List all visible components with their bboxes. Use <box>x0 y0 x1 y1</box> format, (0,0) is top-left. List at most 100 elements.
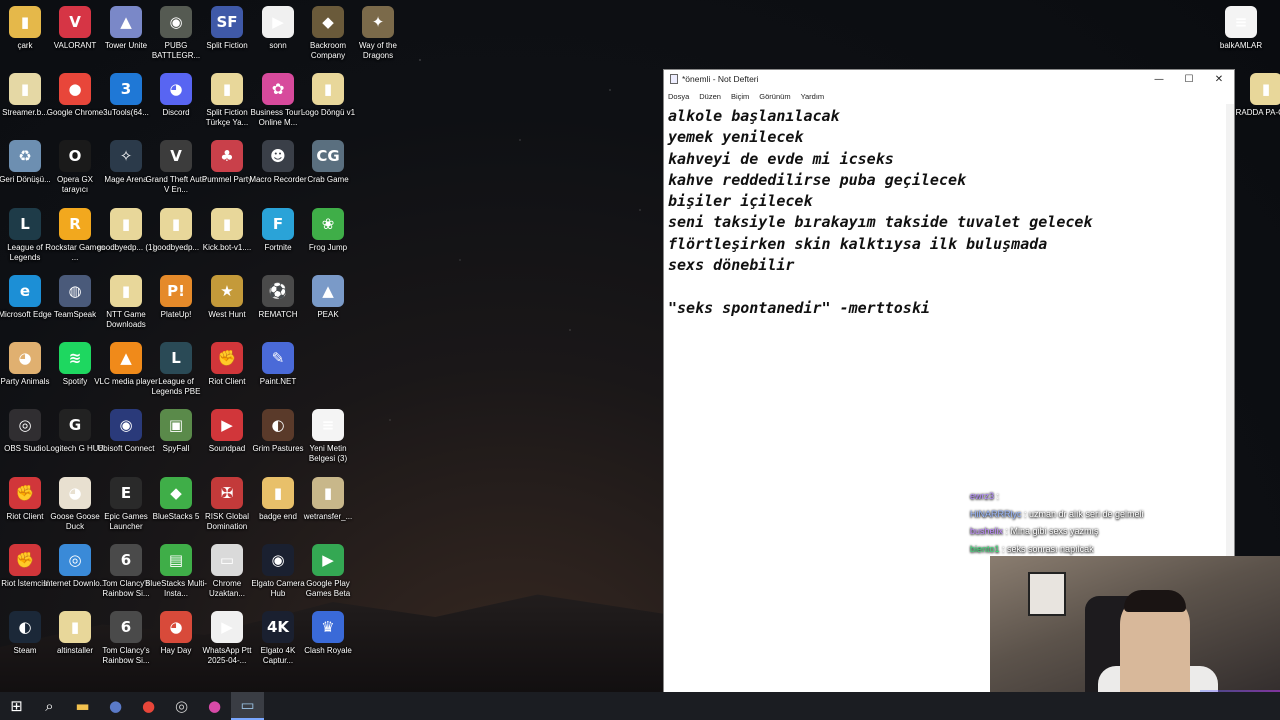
riot-istemcisi-icon: ✊ <box>9 544 41 576</box>
wetransfer-icon: ▮ <box>312 477 344 509</box>
rematch-icon: ⚽ <box>262 275 294 307</box>
altinstaller-icon: ▮ <box>59 611 91 643</box>
valorant-icon: V <box>59 6 91 38</box>
riot-client-2-icon: ✊ <box>9 477 41 509</box>
window-controls: — ☐ ✕ <box>1144 70 1234 88</box>
text-line: "seks spontanedir" -merttoski <box>668 298 930 317</box>
explorer-icon: ▬ <box>75 697 90 715</box>
taskbar-notepad-button[interactable]: ▭ <box>231 692 264 720</box>
pummel-icon: ♣ <box>211 140 243 172</box>
desktop-icon-google-play[interactable]: ▶ Google Play Games Beta <box>296 544 360 599</box>
desktop-icon-label: Yeni Metin Belgesi (3) <box>308 444 348 463</box>
rockstar-icon: R <box>59 208 91 240</box>
menu-item-yardım[interactable]: Yardım <box>801 92 825 101</box>
text-line: sexs dönebilir <box>668 256 795 275</box>
yeni-metin-icon: ≡ <box>312 409 344 441</box>
party-animals-icon: ◕ <box>9 342 41 374</box>
desktop-icon-crab-game[interactable]: CG Crab Game <box>296 140 360 185</box>
search-icon: ⌕ <box>45 697 54 715</box>
steam-icon: ◐ <box>9 611 41 643</box>
text-line: yemek yenilecek <box>668 128 804 147</box>
desktop-icon-clash-royale[interactable]: ♛ Clash Royale <box>296 611 360 656</box>
notepad-title: *önemli - Not Defteri <box>682 74 759 84</box>
chat-message: HiNARRRlyc : uzman dr alık seri de gelme… <box>970 506 1230 524</box>
taskbar-app-2-button[interactable]: ◎ <box>165 692 198 720</box>
streamer-icon: ▮ <box>9 73 41 105</box>
macro-recorder-icon: ☻ <box>262 140 294 172</box>
desktop-icon-label: Clash Royale <box>304 646 352 655</box>
grim-icon: ◐ <box>262 409 294 441</box>
desktop-icon-wetransfer[interactable]: ▮ wetransfer_... <box>296 477 360 522</box>
bluestacks-mi-icon: ▤ <box>160 544 192 576</box>
notepad-text-area[interactable]: alkole başlanılacak yemek yenilecek kahvey… <box>664 104 1234 321</box>
chrome-icon: ● <box>59 73 91 105</box>
text-line: alkole başlanılacak <box>668 107 840 125</box>
spotify-icon: ≋ <box>59 342 91 374</box>
desktop-icon-radda[interactable]: ▮ RADDA PA-GE... <box>1234 73 1280 118</box>
menu-item-biçim[interactable]: Biçim <box>731 92 749 101</box>
chrome-remote-icon: ▭ <box>211 544 243 576</box>
taskbar-app-1-button[interactable]: ● <box>99 692 132 720</box>
app-1-icon: ● <box>108 697 123 715</box>
elgato-4k-icon: 4K <box>262 611 294 643</box>
west-hunt-icon: ★ <box>211 275 243 307</box>
streamer-hair <box>1124 590 1186 612</box>
epic-icon: E <box>110 477 142 509</box>
desktop-icon-label: wetransfer_... <box>303 512 353 521</box>
split-fiction-icon: SF <box>211 6 243 38</box>
obs-icon: ◎ <box>9 409 41 441</box>
menu-item-görünüm[interactable]: Görünüm <box>759 92 790 101</box>
ubisoft-icon: ◉ <box>110 409 142 441</box>
whatsapp-icon: ▶ <box>211 611 243 643</box>
plateup-icon: P! <box>160 275 192 307</box>
text-line: kahveyi de evde mi icseks <box>668 149 894 168</box>
menu-item-düzen[interactable]: Düzen <box>699 92 721 101</box>
riot-client-icon: ✊ <box>211 342 243 374</box>
r6-2-icon: 6 <box>110 611 142 643</box>
notepad-menubar: Dosya Düzen Biçim Görünüm Yardım <box>664 88 1234 104</box>
maximize-button[interactable]: ☐ <box>1174 70 1204 88</box>
taskbar-explorer-button[interactable]: ▬ <box>66 692 99 720</box>
chat-username: bushelix <box>970 526 1004 536</box>
chat-text: : uzman dr alık seri de gelmeli <box>1021 508 1144 519</box>
balkamlar-icon: ≡ <box>1225 6 1257 38</box>
logitech-icon: G <box>59 409 91 441</box>
wall-poster <box>1028 572 1066 616</box>
radda-icon: ▮ <box>1250 73 1280 105</box>
desktop-icon-yeni-metin[interactable]: ≡ Yeni Metin Belgesi (3) <box>296 409 360 464</box>
desktop-icon-frog-jump[interactable]: ❀ Frog Jump <box>296 208 360 253</box>
desktop-icon-paintnet[interactable]: ✎ Paint.NET <box>246 342 310 387</box>
taskbar-chrome-button[interactable]: ● <box>132 692 165 720</box>
edge-icon: e <box>9 275 41 307</box>
chat-username: ewrz3 <box>970 491 995 501</box>
taskbar-app-3-button[interactable]: ● <box>198 692 231 720</box>
pubg-icon: ◉ <box>160 6 192 38</box>
close-button[interactable]: ✕ <box>1204 70 1234 88</box>
paintnet-icon: ✎ <box>262 342 294 374</box>
desktop-icon-label: Way of the Dragons <box>359 41 397 60</box>
chrome-icon: ● <box>141 697 156 715</box>
desktop-icon-logo-dongu[interactable]: ▮ Logo Döngü v1 <box>296 73 360 118</box>
menu-item-dosya[interactable]: Dosya <box>668 92 689 101</box>
gta5-icon: V <box>160 140 192 172</box>
taskbar-search-button[interactable]: ⌕ <box>33 692 66 720</box>
way-of-dragons-icon: ✦ <box>362 6 394 38</box>
chat-text: : Mina gibi sexs yazmış <box>1003 526 1099 536</box>
opera-gx-icon: O <box>59 140 91 172</box>
fortnite-icon: F <box>262 208 294 240</box>
desktop-icon-way-of-dragons[interactable]: ✦ Way of the Dragons <box>346 6 410 61</box>
chat-username: HiNARRRlyc <box>970 508 1022 519</box>
chat-message: bushelix : Mina gibi sexs yazmış <box>970 523 1230 541</box>
desktop-icon-peak[interactable]: ▲ PEAK <box>296 275 360 320</box>
mage-arena-icon: ✧ <box>110 140 142 172</box>
lol-icon: L <box>9 208 41 240</box>
taskbar-start-button[interactable]: ⊞ <box>0 692 33 720</box>
notepad-icon <box>670 74 678 84</box>
minimize-button[interactable]: — <box>1144 70 1174 88</box>
sonn-icon: ▶ <box>262 6 294 38</box>
elgato-cam-icon: ◉ <box>262 544 294 576</box>
desktop-icon-balkamlar[interactable]: ≡ balkAMLAR <box>1209 6 1273 51</box>
recycle-icon: ♻ <box>9 140 41 172</box>
taskbar: ⊞ ⌕ ▬ ● ● ◎ ● ▭ <box>0 692 1280 720</box>
chat-text: : <box>994 491 1000 501</box>
